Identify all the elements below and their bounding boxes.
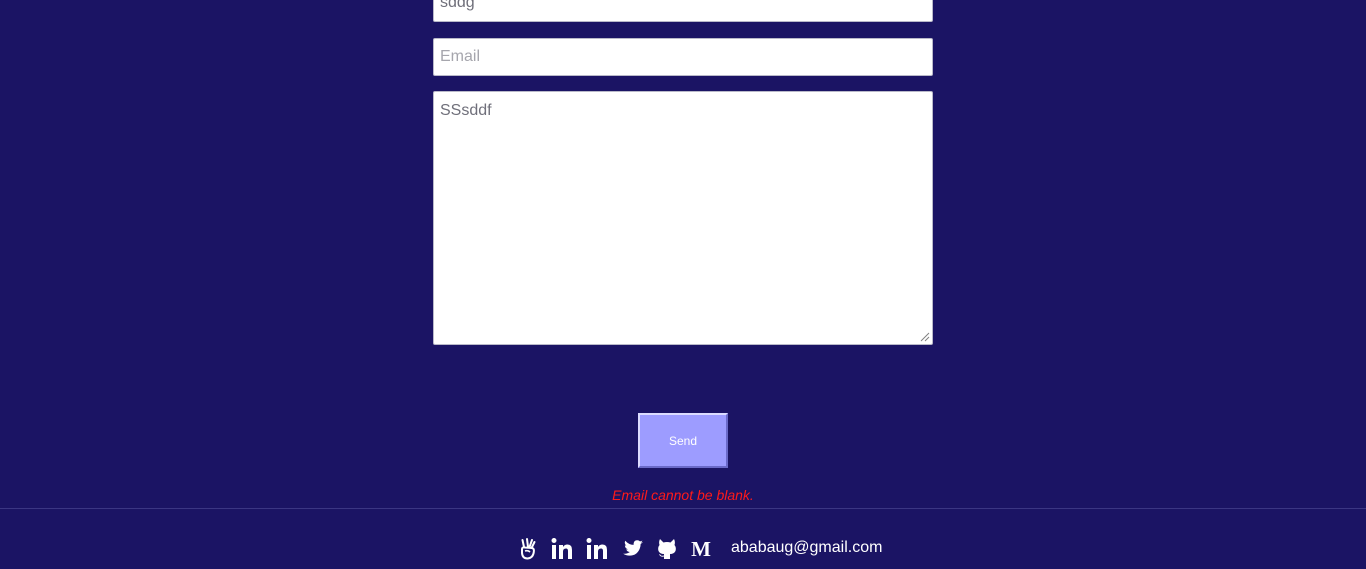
resize-handle-icon[interactable] — [919, 331, 930, 342]
email-input[interactable] — [433, 38, 933, 76]
send-button[interactable]: Send — [638, 413, 728, 468]
angellist-icon[interactable] — [515, 537, 541, 561]
message-textarea[interactable]: SSsddf — [433, 91, 933, 345]
footer: M ababaug@gmail.com — [0, 508, 1366, 569]
email-error-message: Email cannot be blank. — [612, 487, 754, 503]
footer-email-link[interactable]: ababaug@gmail.com — [731, 538, 882, 558]
name-input[interactable] — [433, 0, 933, 22]
github-icon[interactable] — [654, 537, 680, 561]
linkedin-icon[interactable] — [584, 537, 610, 561]
linkedin-icon[interactable] — [549, 537, 575, 561]
twitter-icon[interactable] — [619, 537, 645, 561]
medium-icon[interactable]: M — [688, 537, 714, 561]
